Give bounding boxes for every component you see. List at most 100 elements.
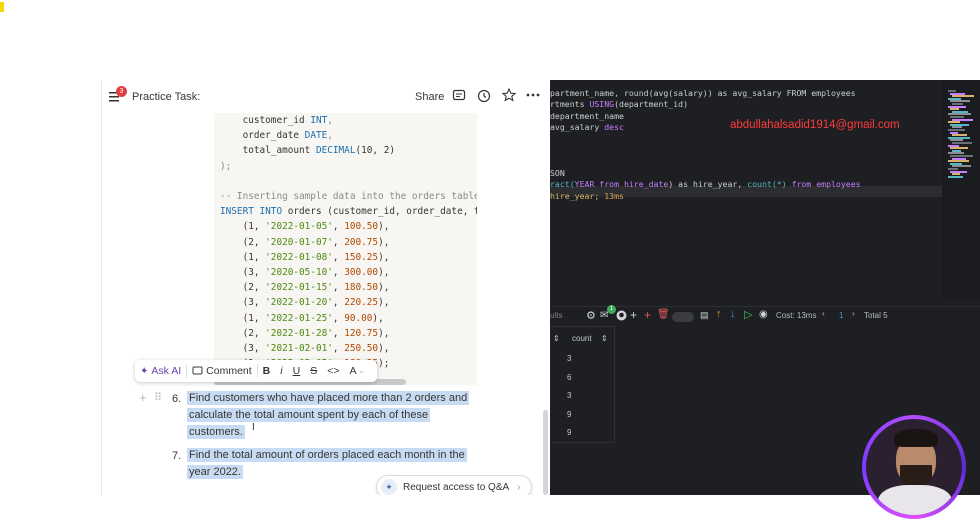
code-line: (3, '2020-05-10', 300.00),	[220, 267, 390, 279]
sort-icon[interactable]: ⇕	[553, 334, 560, 343]
doc-vertical-scrollbar[interactable]	[543, 410, 548, 495]
result-cell[interactable]: 3	[567, 391, 571, 400]
editor-token: SON	[550, 167, 565, 178]
editor-token: partment_name, round(avg(salary)) as avg…	[550, 88, 856, 98]
chat-icon[interactable]: ▤	[700, 310, 709, 321]
webcam-avatar	[866, 419, 962, 515]
code-block[interactable]: customer_id INT, order_date DATE, total_…	[214, 113, 477, 385]
code-token: ),	[378, 282, 390, 294]
comment-label: Comment	[206, 365, 252, 377]
code-token: ,	[332, 297, 345, 309]
menu-button[interactable]: 3	[109, 86, 127, 102]
arrow-up-icon[interactable]: ↑	[716, 308, 722, 320]
strikethrough-button[interactable]: S	[305, 360, 322, 382]
code-token: 200.75	[344, 236, 379, 248]
result-cell[interactable]: 3	[567, 354, 571, 363]
code-token: ,	[332, 282, 345, 294]
editor-line: SON	[550, 168, 565, 179]
comment-icon[interactable]	[452, 89, 466, 103]
next-page-icon[interactable]: ›	[852, 309, 855, 318]
ask-ai-button[interactable]: ✦ Ask AI	[135, 360, 186, 382]
code-token: '2022-01-05'	[265, 221, 333, 233]
code-line: customer_id INT,	[220, 115, 333, 127]
editor-token: (department_id)	[614, 99, 689, 110]
github-icon[interactable]	[616, 310, 627, 321]
page-number[interactable]: 1	[839, 311, 843, 320]
query-cost: Cost: 13ms	[776, 311, 817, 320]
add-row-icon[interactable]: +	[644, 308, 651, 322]
code-token: 90.00	[344, 312, 373, 324]
ask-ai-label: Ask AI	[151, 365, 182, 377]
editor-token: avg_salary	[550, 122, 605, 133]
comment-button[interactable]: Comment	[187, 360, 257, 382]
code-token: ),	[378, 297, 390, 309]
code-token: ),	[372, 312, 384, 324]
avatar-hair	[894, 429, 938, 447]
code-token: ),	[378, 327, 390, 339]
history-icon[interactable]	[477, 89, 491, 103]
run-icon[interactable]: ▷	[744, 308, 752, 321]
chevron-down-icon: ⌄	[358, 368, 365, 375]
code-line: INSERT INTO orders (customer_id, order_d…	[220, 206, 477, 218]
more-options-icon[interactable]	[526, 93, 540, 97]
settings-icon[interactable]: ⚙	[586, 309, 596, 322]
editor-token: hire_year;	[550, 190, 600, 201]
underline-button[interactable]: U	[288, 360, 306, 382]
code-token: DATE	[304, 130, 328, 142]
text-cursor-icon: I	[252, 422, 255, 433]
code-token: (3,	[220, 343, 266, 354]
prev-page-icon[interactable]: ‹	[822, 309, 825, 318]
code-token: );	[378, 358, 390, 370]
results-tab[interactable]: ults	[550, 311, 562, 320]
editor-line: rtments USING(department_id)	[550, 99, 688, 110]
code-token: '2022-01-28'	[265, 327, 333, 339]
italic-button[interactable]: i	[275, 360, 287, 382]
code-token: ),	[378, 343, 390, 354]
text-color-button[interactable]: A ⌄	[344, 360, 369, 382]
block-add-icon[interactable]: +	[139, 390, 147, 405]
arrow-down-icon[interactable]: ↓	[730, 308, 736, 320]
document-header: 3 Practice Task: Share	[102, 80, 550, 113]
code-token: INT	[310, 115, 328, 126]
result-cell[interactable]: 9	[567, 428, 571, 437]
editor-line: avg_salary desc	[550, 122, 624, 133]
toggle-switch[interactable]	[672, 312, 694, 322]
drag-handle-icon[interactable]: ⠿	[154, 391, 162, 404]
code-token: '2022-01-25'	[265, 312, 333, 324]
code-token: ),	[378, 251, 390, 263]
star-icon[interactable]	[502, 88, 516, 102]
code-token: 120.75	[344, 327, 379, 339]
code-line: -- Inserting sample data into the orders…	[220, 191, 477, 203]
code-token: (1,	[220, 221, 266, 233]
total-rows: Total 5	[864, 311, 888, 320]
code-minimap[interactable]	[942, 80, 980, 300]
results-table: ⇕ count ⇕ 3 6 3 9 9	[550, 326, 615, 443]
code-token: );	[220, 160, 232, 172]
code-token: '2022-01-20'	[265, 297, 333, 309]
result-cell[interactable]: 6	[567, 373, 571, 382]
result-cell[interactable]: 9	[567, 410, 571, 419]
share-button[interactable]: Share	[415, 91, 444, 103]
inline-code-button[interactable]: <>	[322, 360, 344, 382]
avatar-beard	[900, 465, 932, 487]
column-sort-icon[interactable]: ⇕	[601, 334, 608, 343]
column-header[interactable]: count	[572, 334, 592, 343]
page-title: Practice Task:	[132, 91, 201, 103]
eye-icon[interactable]: ◉	[759, 309, 768, 320]
sql-editor[interactable]: partment_name, round(avg(salary)) as avg…	[550, 80, 942, 300]
qa-button-label: Request access to Q&A	[403, 481, 510, 493]
list-item-line: Find the total amount of orders placed e…	[187, 448, 467, 462]
code-token: ,	[332, 251, 345, 263]
notification-badge: 3	[116, 86, 127, 97]
delete-icon[interactable]: 🗑	[657, 309, 670, 320]
editor-line: hire_year; 13ms	[550, 191, 624, 202]
request-qa-access-button[interactable]: ✦ Request access to Q&A ›	[376, 475, 532, 495]
code-token: order_date	[220, 130, 305, 142]
editor-token: desc	[604, 122, 624, 133]
email-overlay: abdullahalsadid1914@gmail.com	[730, 119, 900, 131]
list-item-text[interactable]: Find customers who have placed more than…	[187, 390, 487, 441]
bold-button[interactable]: B	[258, 360, 276, 382]
code-token: '2020-01-07'	[265, 236, 333, 248]
add-icon[interactable]: +	[630, 308, 637, 322]
code-token: (2,	[220, 327, 266, 339]
